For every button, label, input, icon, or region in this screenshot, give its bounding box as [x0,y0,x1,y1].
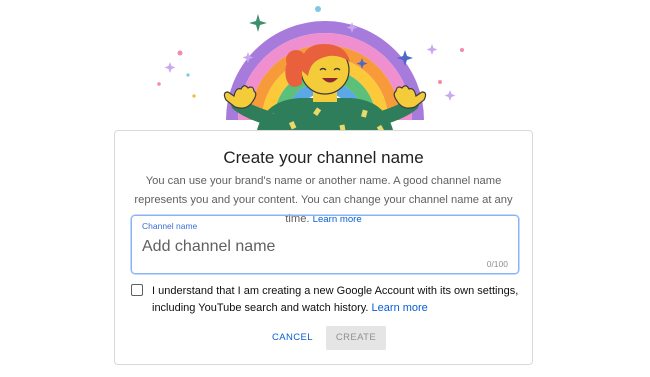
consent-checkbox[interactable] [131,284,143,296]
cancel-button[interactable]: CANCEL [265,326,320,350]
character-counter: 0/100 [486,259,508,269]
consent-learn-more-link[interactable]: Learn more [372,302,428,314]
channel-name-field[interactable]: Channel name 0/100 [131,215,519,274]
create-button[interactable]: CREATE [326,326,386,350]
consent-label: I understand that I am creating a new Go… [152,285,519,314]
dialog-title: Create your channel name [223,148,424,167]
create-channel-dialog: Create your channel name You can use you… [114,130,533,365]
channel-name-label: Channel name [142,221,198,231]
consent-text: I understand that I am creating a new Go… [152,283,522,317]
channel-name-input[interactable] [142,238,442,256]
rainbow-person-illustration [150,0,500,140]
